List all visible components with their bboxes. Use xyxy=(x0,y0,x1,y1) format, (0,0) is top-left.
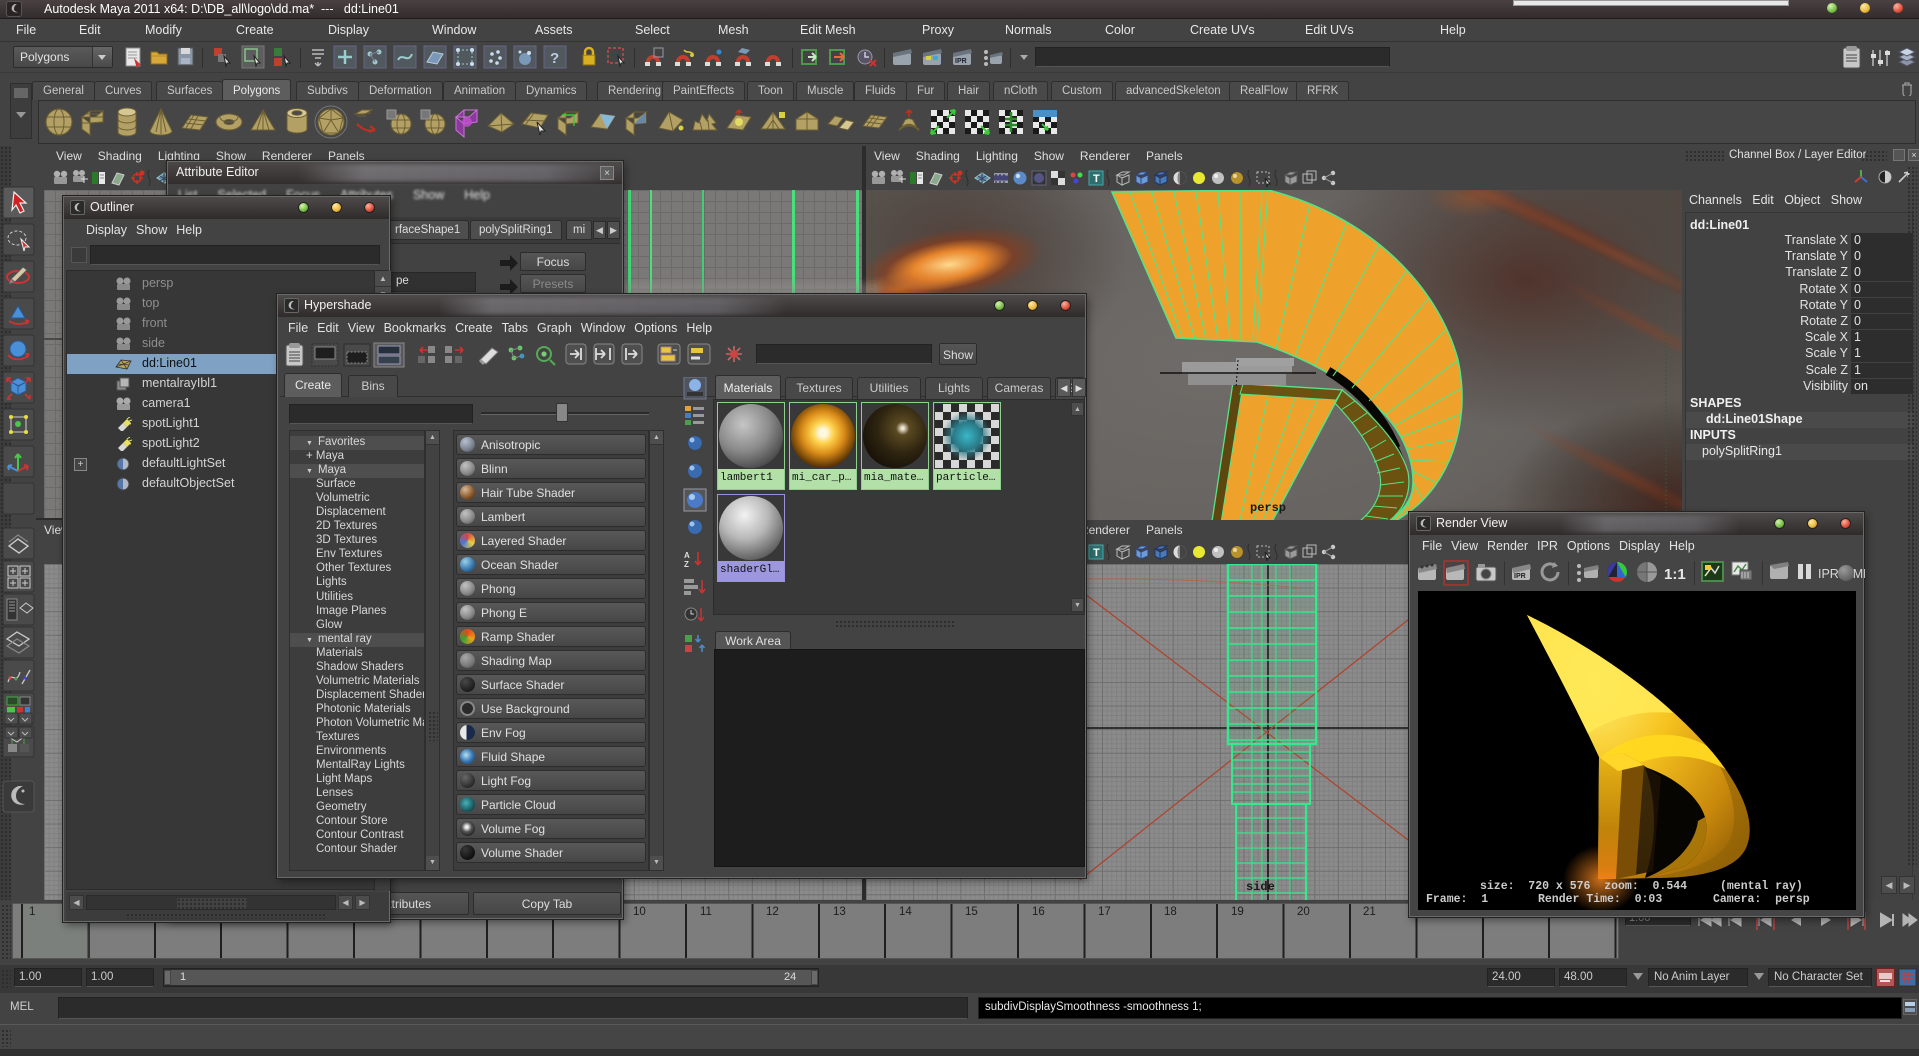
svg-text:A: A xyxy=(684,551,690,560)
svg-text:side: side xyxy=(1246,880,1275,894)
svg-text:T: T xyxy=(1093,547,1100,559)
svg-text:persp: persp xyxy=(1250,501,1286,515)
svg-text:IPR: IPR xyxy=(955,58,967,65)
svg-text:Z: Z xyxy=(684,560,689,569)
svg-text:T: T xyxy=(1093,173,1100,185)
svg-text:1:1: 1:1 xyxy=(1664,566,1686,583)
svg-text:"": "" xyxy=(1772,559,1776,565)
svg-text:?: ? xyxy=(550,50,559,67)
svg-text:IPR: IPR xyxy=(1514,573,1526,580)
